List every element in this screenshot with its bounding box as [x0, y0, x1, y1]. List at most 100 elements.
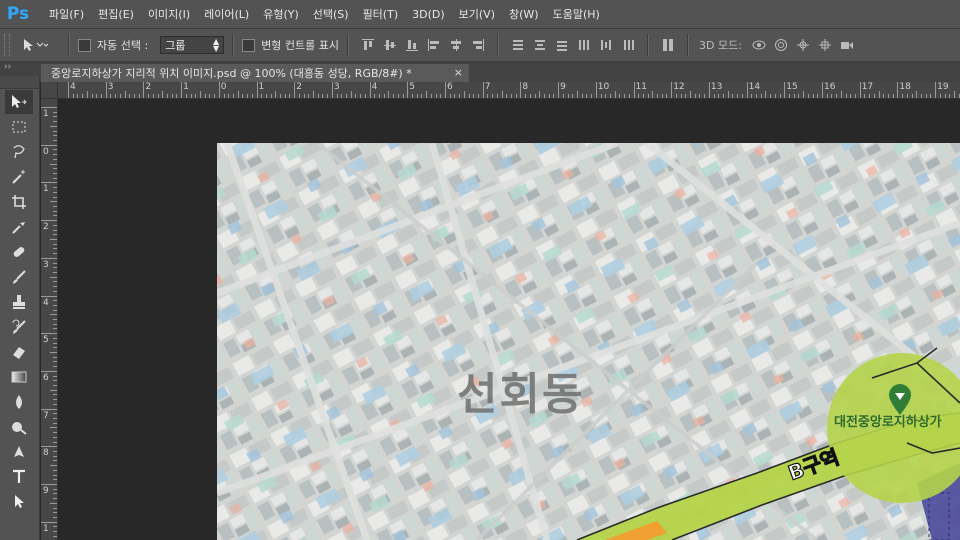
ruler-minor-tick: [883, 94, 885, 98]
3d-scale-icon[interactable]: [840, 38, 854, 52]
ruler-minor-tick: [50, 201, 57, 203]
ruler-label: 5: [43, 335, 49, 346]
menu-window[interactable]: 창(W): [502, 6, 546, 22]
ruler-minor-tick: [53, 187, 57, 189]
ruler-minor-tick: [487, 94, 489, 98]
align-left-icon[interactable]: [427, 38, 441, 52]
align-right-icon[interactable]: [471, 38, 485, 52]
3d-roll-icon[interactable]: [774, 38, 788, 52]
ruler-minor-tick: [685, 94, 687, 98]
crop-tool-icon[interactable]: [5, 190, 33, 214]
ruler-minor-tick: [53, 469, 57, 471]
distribute-bottom-icon[interactable]: [555, 38, 569, 52]
tools-panel-header[interactable]: [0, 76, 39, 89]
ruler-label: 12: [673, 82, 685, 92]
ruler-minor-tick: [280, 94, 282, 98]
menu-edit[interactable]: 편집(E): [91, 6, 141, 22]
document-canvas[interactable]: 선회동 B구역 대전중앙로지하상가: [217, 143, 960, 540]
clone-stamp-tool-icon[interactable]: [5, 290, 33, 314]
ruler-minor-tick: [100, 94, 102, 98]
ruler-major-tick: [520, 82, 522, 98]
ruler-minor-tick: [53, 300, 57, 302]
menu-view[interactable]: 보기(V): [452, 6, 502, 22]
ruler-minor-tick: [416, 94, 418, 98]
eyedropper-tool-icon[interactable]: [5, 215, 33, 239]
lasso-tool-icon[interactable]: [5, 140, 33, 164]
distribute-top-icon[interactable]: [511, 38, 525, 52]
menu-image[interactable]: 이미지(I): [141, 6, 197, 22]
horizontal-ruler[interactable]: 4 3 2 1 0 1 2 3 4 5 6 7 8 9 10 11 12 13 14 15 16 17 18 19: [58, 82, 960, 99]
ruler-minor-tick: [53, 516, 57, 518]
history-brush-tool-icon[interactable]: [5, 315, 33, 339]
separator: [347, 34, 350, 56]
ruler-major-tick: [41, 370, 57, 372]
close-icon[interactable]: ×: [454, 66, 463, 79]
document-tab[interactable]: 중앙로지하상가 지리적 위치 이미지.psd @ 100% (대흥동 성당, R…: [41, 64, 469, 82]
ruler-minor-tick: [770, 94, 772, 98]
ruler-minor-tick: [237, 91, 239, 98]
menu-filter[interactable]: 필터(T): [356, 6, 406, 22]
gradient-tool-icon[interactable]: [5, 365, 33, 389]
menu-type[interactable]: 유형(Y): [256, 6, 306, 22]
ruler-label: 7: [43, 410, 49, 421]
auto-select-checkbox[interactable]: [78, 38, 91, 52]
distribute-left-icon[interactable]: [577, 38, 591, 52]
dodge-tool-icon[interactable]: [5, 415, 33, 439]
distribute-right-icon[interactable]: [621, 38, 635, 52]
ruler-minor-tick: [906, 94, 908, 98]
auto-select-dropdown[interactable]: 그룹 ▲ ▼: [160, 36, 225, 54]
ruler-minor-tick: [525, 94, 527, 98]
ruler-minor-tick: [53, 342, 57, 344]
blur-tool-icon[interactable]: [5, 390, 33, 414]
eraser-tool-icon[interactable]: [5, 340, 33, 364]
transform-controls-checkbox[interactable]: [242, 38, 256, 52]
vertical-ruler[interactable]: 1 0 1 2 3 4 5 6 7 8 9 1: [41, 99, 58, 540]
ruler-minor-tick: [53, 215, 57, 217]
pen-tool-icon[interactable]: [5, 440, 33, 464]
ruler-label: 9: [43, 486, 49, 496]
3d-slide-icon[interactable]: [818, 38, 832, 52]
ruler-origin[interactable]: [41, 82, 58, 99]
ruler-minor-tick: [501, 91, 503, 98]
align-top-icon[interactable]: [361, 38, 375, 52]
menu-help[interactable]: 도움말(H): [546, 6, 607, 22]
ruler-minor-tick: [265, 94, 267, 98]
tool-preset-picker[interactable]: [22, 38, 60, 52]
auto-align-layers-icon[interactable]: [661, 38, 675, 52]
3d-pan-icon[interactable]: [796, 38, 810, 52]
menu-file[interactable]: 파일(F): [42, 6, 91, 22]
ruler-minor-tick: [426, 91, 428, 98]
distribute-vcenter-icon[interactable]: [533, 38, 547, 52]
path-selection-tool-icon[interactable]: [5, 490, 33, 514]
menu-3d[interactable]: 3D(D): [405, 8, 452, 21]
separator: [232, 34, 235, 56]
ruler-label: 2: [145, 82, 152, 92]
ruler-label: 6: [447, 82, 453, 92]
healing-brush-tool-icon[interactable]: [5, 240, 33, 264]
ruler-minor-tick: [53, 286, 57, 288]
document-workspace[interactable]: 선회동 B구역 대전중앙로지하상가: [58, 99, 960, 540]
ruler-minor-tick: [869, 94, 871, 98]
align-bottom-icon[interactable]: [405, 38, 419, 52]
marquee-tool-icon[interactable]: [5, 115, 33, 139]
brush-tool-icon[interactable]: [5, 265, 33, 289]
options-grip[interactable]: [4, 34, 10, 56]
ruler-minor-tick: [760, 94, 762, 98]
type-tool-icon[interactable]: [5, 465, 33, 489]
separator: [647, 34, 650, 56]
magic-wand-tool-icon[interactable]: [5, 165, 33, 189]
distribute-hcenter-icon[interactable]: [599, 38, 613, 52]
ruler-minor-tick: [313, 91, 315, 98]
move-tool-icon[interactable]: [5, 90, 33, 114]
menu-select[interactable]: 선택(S): [306, 6, 356, 22]
ruler-label: 1: [43, 109, 49, 119]
3d-rotate-icon[interactable]: [752, 38, 766, 52]
ruler-minor-tick: [53, 267, 57, 269]
ruler-label: 3: [43, 259, 49, 270]
panel-collapse-icon[interactable]: ››: [0, 62, 40, 76]
ruler-minor-tick: [704, 94, 706, 98]
ruler-minor-tick: [435, 94, 437, 98]
menu-layer[interactable]: 레이어(L): [197, 6, 256, 22]
align-hcenter-icon[interactable]: [449, 38, 463, 52]
align-vcenter-icon[interactable]: [383, 38, 397, 52]
